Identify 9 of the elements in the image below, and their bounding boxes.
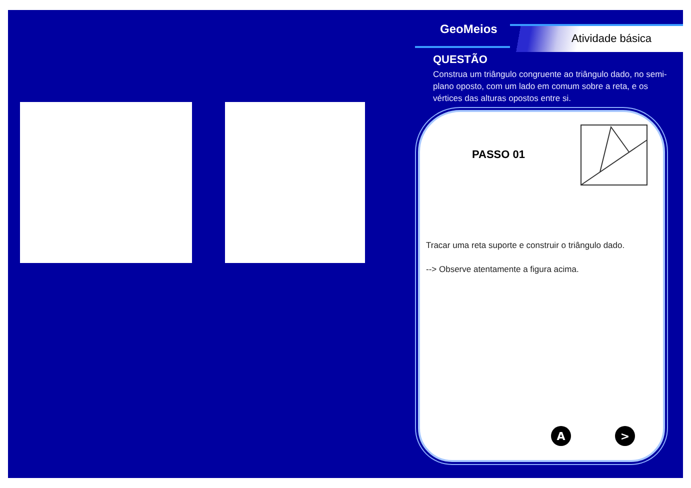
triangle-figure-drawing xyxy=(580,124,648,186)
app-title: GeoMeios xyxy=(440,22,498,36)
instruction-text: --> Observe atentamente a figura acima. xyxy=(426,264,580,274)
step-title: PASSO 01 xyxy=(472,149,525,161)
nav-button[interactable]: A xyxy=(551,426,571,446)
question-text: Construa um triângulo congruente ao triângulo dado, no semi-plano oposto, com um lado em comum sobre a reta, e os vértices das alturas opostos entre si. xyxy=(433,68,668,104)
instruction-text: Tracar uma reta suporte e construir o triângulo dado. xyxy=(426,240,626,250)
nav-button[interactable]: > xyxy=(615,426,635,446)
question-heading: QUESTÃO xyxy=(433,54,488,66)
